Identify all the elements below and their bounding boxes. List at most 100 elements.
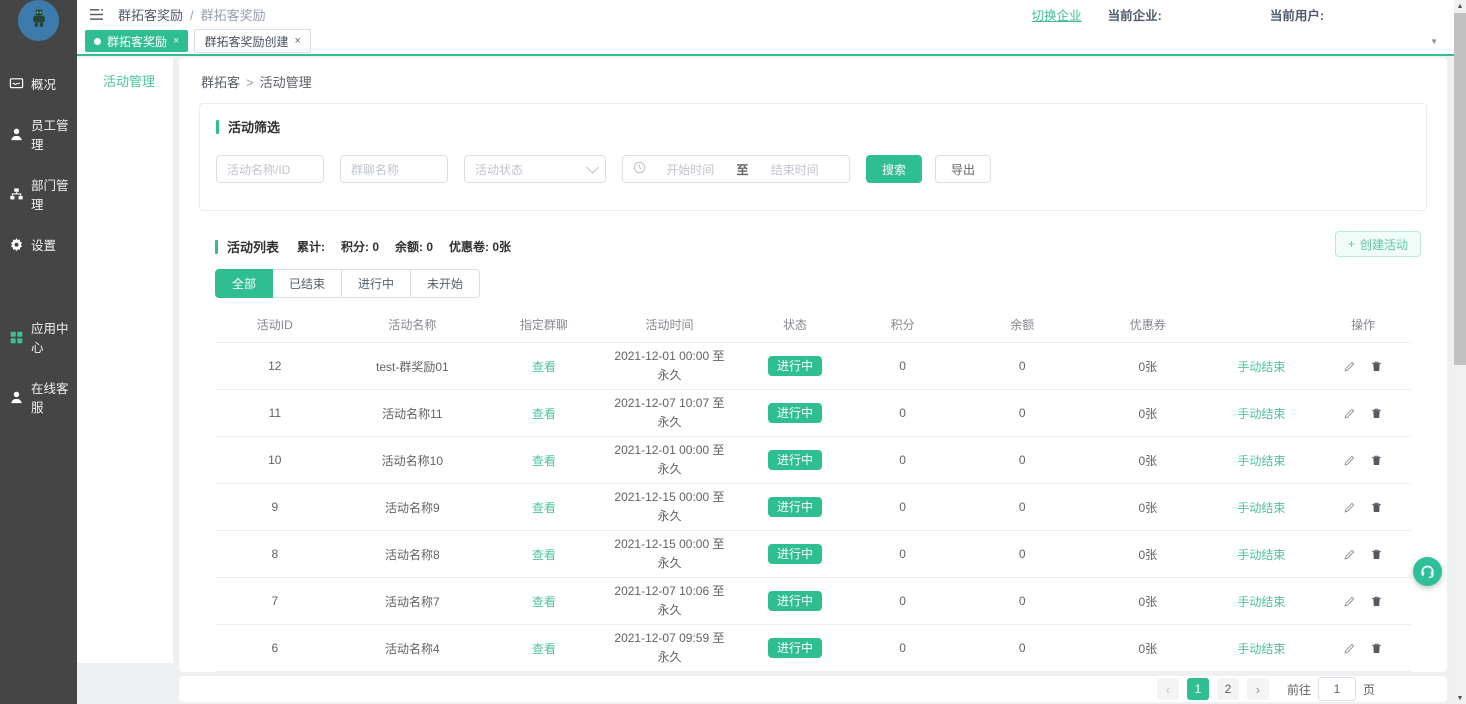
filter-row: 活动名称/ID 群聊名称 活动状态 开始时间 至 结束时间 搜索 导出 bbox=[216, 155, 1410, 183]
manual-end-link[interactable]: 手动结束 bbox=[1237, 407, 1285, 421]
cell-coupon: 0张 bbox=[1088, 343, 1208, 390]
column-header: 优惠券 bbox=[1088, 306, 1208, 343]
tab-group-reward-create[interactable]: 群拓客奖励创建 × bbox=[194, 29, 310, 53]
view-group-link[interactable]: 查看 bbox=[532, 595, 556, 609]
section-accent-bar bbox=[216, 120, 219, 134]
export-button[interactable]: 导出 bbox=[935, 155, 991, 183]
sidebar-item-label: 部门管理 bbox=[31, 175, 73, 213]
cell-balance: 0 bbox=[956, 625, 1088, 672]
status-badge: 进行中 bbox=[768, 356, 822, 376]
date-range-picker[interactable]: 开始时间 至 结束时间 bbox=[622, 155, 850, 183]
end-time-placeholder[interactable]: 结束时间 bbox=[751, 161, 840, 178]
sidebar-item-label: 概况 bbox=[31, 74, 56, 93]
delete-icon[interactable] bbox=[1370, 642, 1383, 655]
edit-icon[interactable] bbox=[1343, 407, 1356, 420]
tab-all[interactable]: 全部 bbox=[215, 269, 273, 298]
cell-activity-id: 12 bbox=[215, 343, 335, 390]
cell-activity-id: 6 bbox=[215, 625, 335, 672]
scroll-down-icon[interactable]: ▼ bbox=[1454, 692, 1466, 704]
page-button-2[interactable]: 2 bbox=[1217, 678, 1239, 700]
activity-status-select[interactable]: 活动状态 bbox=[464, 155, 606, 183]
activity-name-input[interactable]: 活动名称/ID bbox=[216, 155, 324, 183]
delete-icon[interactable] bbox=[1370, 360, 1383, 373]
sidebar-item-overview[interactable]: 概况 bbox=[0, 63, 77, 104]
goto-page-input[interactable]: 1 bbox=[1318, 677, 1356, 701]
page-button-1[interactable]: 1 bbox=[1187, 678, 1209, 700]
page-breadcrumb: 群拓客>活动管理 bbox=[199, 66, 1427, 103]
edit-icon[interactable] bbox=[1343, 548, 1356, 561]
app-logo[interactable] bbox=[18, 0, 59, 41]
customer-service-button[interactable] bbox=[1413, 557, 1442, 586]
table-row: 7活动名称7查看2021-12-07 10:06 至永久进行中000张手动结束 bbox=[215, 578, 1411, 625]
start-time-placeholder[interactable]: 开始时间 bbox=[646, 161, 735, 178]
next-page-button[interactable]: › bbox=[1247, 678, 1269, 700]
tab-group-reward[interactable]: 群拓客奖励 × bbox=[85, 30, 188, 52]
summary-balance: 余额: 0 bbox=[395, 238, 433, 255]
cell-balance: 0 bbox=[956, 437, 1088, 484]
scroll-up-icon[interactable]: ▲ bbox=[1454, 0, 1466, 12]
subnav-item-activity-management[interactable]: 活动管理 bbox=[77, 58, 173, 90]
cell-activity-time: 2021-12-07 10:06 至永久 bbox=[598, 578, 742, 625]
prev-page-button[interactable]: ‹ bbox=[1157, 678, 1179, 700]
view-group-link[interactable]: 查看 bbox=[532, 548, 556, 562]
status-badge: 进行中 bbox=[768, 450, 822, 470]
edit-icon[interactable] bbox=[1343, 501, 1356, 514]
table-row: 5活动名称4查看2021-12-07 09:59 至永久进行中000张手动结束 bbox=[215, 672, 1411, 673]
edit-icon[interactable] bbox=[1343, 642, 1356, 655]
create-activity-button[interactable]: + 创建活动 bbox=[1335, 231, 1421, 257]
scrollbar-thumb[interactable] bbox=[1454, 13, 1466, 365]
manual-end-link[interactable]: 手动结束 bbox=[1237, 548, 1285, 562]
view-group-link[interactable]: 查看 bbox=[532, 501, 556, 515]
group-name-input[interactable]: 群聊名称 bbox=[340, 155, 448, 183]
close-tab-icon[interactable]: × bbox=[173, 35, 179, 47]
edit-icon[interactable] bbox=[1343, 360, 1356, 373]
tab-ended[interactable]: 已结束 bbox=[272, 269, 342, 298]
menu-toggle-icon[interactable] bbox=[89, 8, 104, 21]
edit-icon[interactable] bbox=[1343, 454, 1356, 467]
tab-in-progress[interactable]: 进行中 bbox=[341, 269, 411, 298]
cell-points: 0 bbox=[849, 484, 957, 531]
switch-company-link[interactable]: 切换企业 bbox=[1032, 5, 1082, 24]
edit-icon[interactable] bbox=[1343, 595, 1356, 608]
view-group-link[interactable]: 查看 bbox=[532, 642, 556, 656]
delete-icon[interactable] bbox=[1370, 595, 1383, 608]
sidebar-item-online-service[interactable]: 在线客服 bbox=[0, 367, 77, 427]
current-user-label: 当前用户: bbox=[1270, 5, 1324, 24]
close-tab-icon[interactable]: × bbox=[294, 35, 300, 47]
tab-not-started[interactable]: 未开始 bbox=[410, 269, 480, 298]
view-group-link[interactable]: 查看 bbox=[532, 360, 556, 374]
sidebar-item-app-center[interactable]: 应用中心 bbox=[0, 307, 77, 367]
manual-end-link[interactable]: 手动结束 bbox=[1237, 501, 1285, 515]
delete-icon[interactable] bbox=[1370, 407, 1383, 420]
dropdown-caret-icon[interactable]: ▼ bbox=[1430, 37, 1438, 46]
cell-balance: 0 bbox=[956, 343, 1088, 390]
sidebar-item-department[interactable]: 部门管理 bbox=[0, 164, 77, 224]
chevron-down-icon bbox=[586, 161, 599, 174]
manual-end-link[interactable]: 手动结束 bbox=[1237, 454, 1285, 468]
secondary-sidebar: 活动管理 bbox=[77, 58, 173, 663]
cell-coupon: 0张 bbox=[1088, 578, 1208, 625]
cell-activity-time: 2021-12-15 00:00 至永久 bbox=[598, 484, 742, 531]
cell-activity-time: 2021-12-01 00:00 至永久 bbox=[598, 343, 742, 390]
vertical-scrollbar[interactable]: ▲ ▼ bbox=[1454, 0, 1466, 704]
sidebar-item-staff[interactable]: 员工管理 bbox=[0, 104, 77, 164]
sidebar-item-settings[interactable]: 设置 bbox=[0, 224, 77, 265]
cell-activity-id: 8 bbox=[215, 531, 335, 578]
delete-icon[interactable] bbox=[1370, 501, 1383, 514]
manual-end-link[interactable]: 手动结束 bbox=[1237, 595, 1285, 609]
column-header: 活动ID bbox=[215, 306, 335, 343]
view-group-link[interactable]: 查看 bbox=[532, 454, 556, 468]
delete-icon[interactable] bbox=[1370, 454, 1383, 467]
manual-end-link[interactable]: 手动结束 bbox=[1237, 642, 1285, 656]
view-group-link[interactable]: 查看 bbox=[532, 407, 556, 421]
cell-activity-id: 7 bbox=[215, 578, 335, 625]
table-row: 6活动名称4查看2021-12-07 09:59 至永久进行中000张手动结束 bbox=[215, 625, 1411, 672]
manual-end-link[interactable]: 手动结束 bbox=[1237, 360, 1285, 374]
clock-icon bbox=[633, 161, 646, 177]
sidebar-item-label: 应用中心 bbox=[31, 318, 73, 356]
search-button[interactable]: 搜索 bbox=[866, 155, 922, 183]
delete-icon[interactable] bbox=[1370, 548, 1383, 561]
summary-total-label: 累计: bbox=[297, 238, 325, 255]
summary-coupon: 优惠卷: 0张 bbox=[449, 238, 511, 255]
column-header: 余额 bbox=[956, 306, 1088, 343]
